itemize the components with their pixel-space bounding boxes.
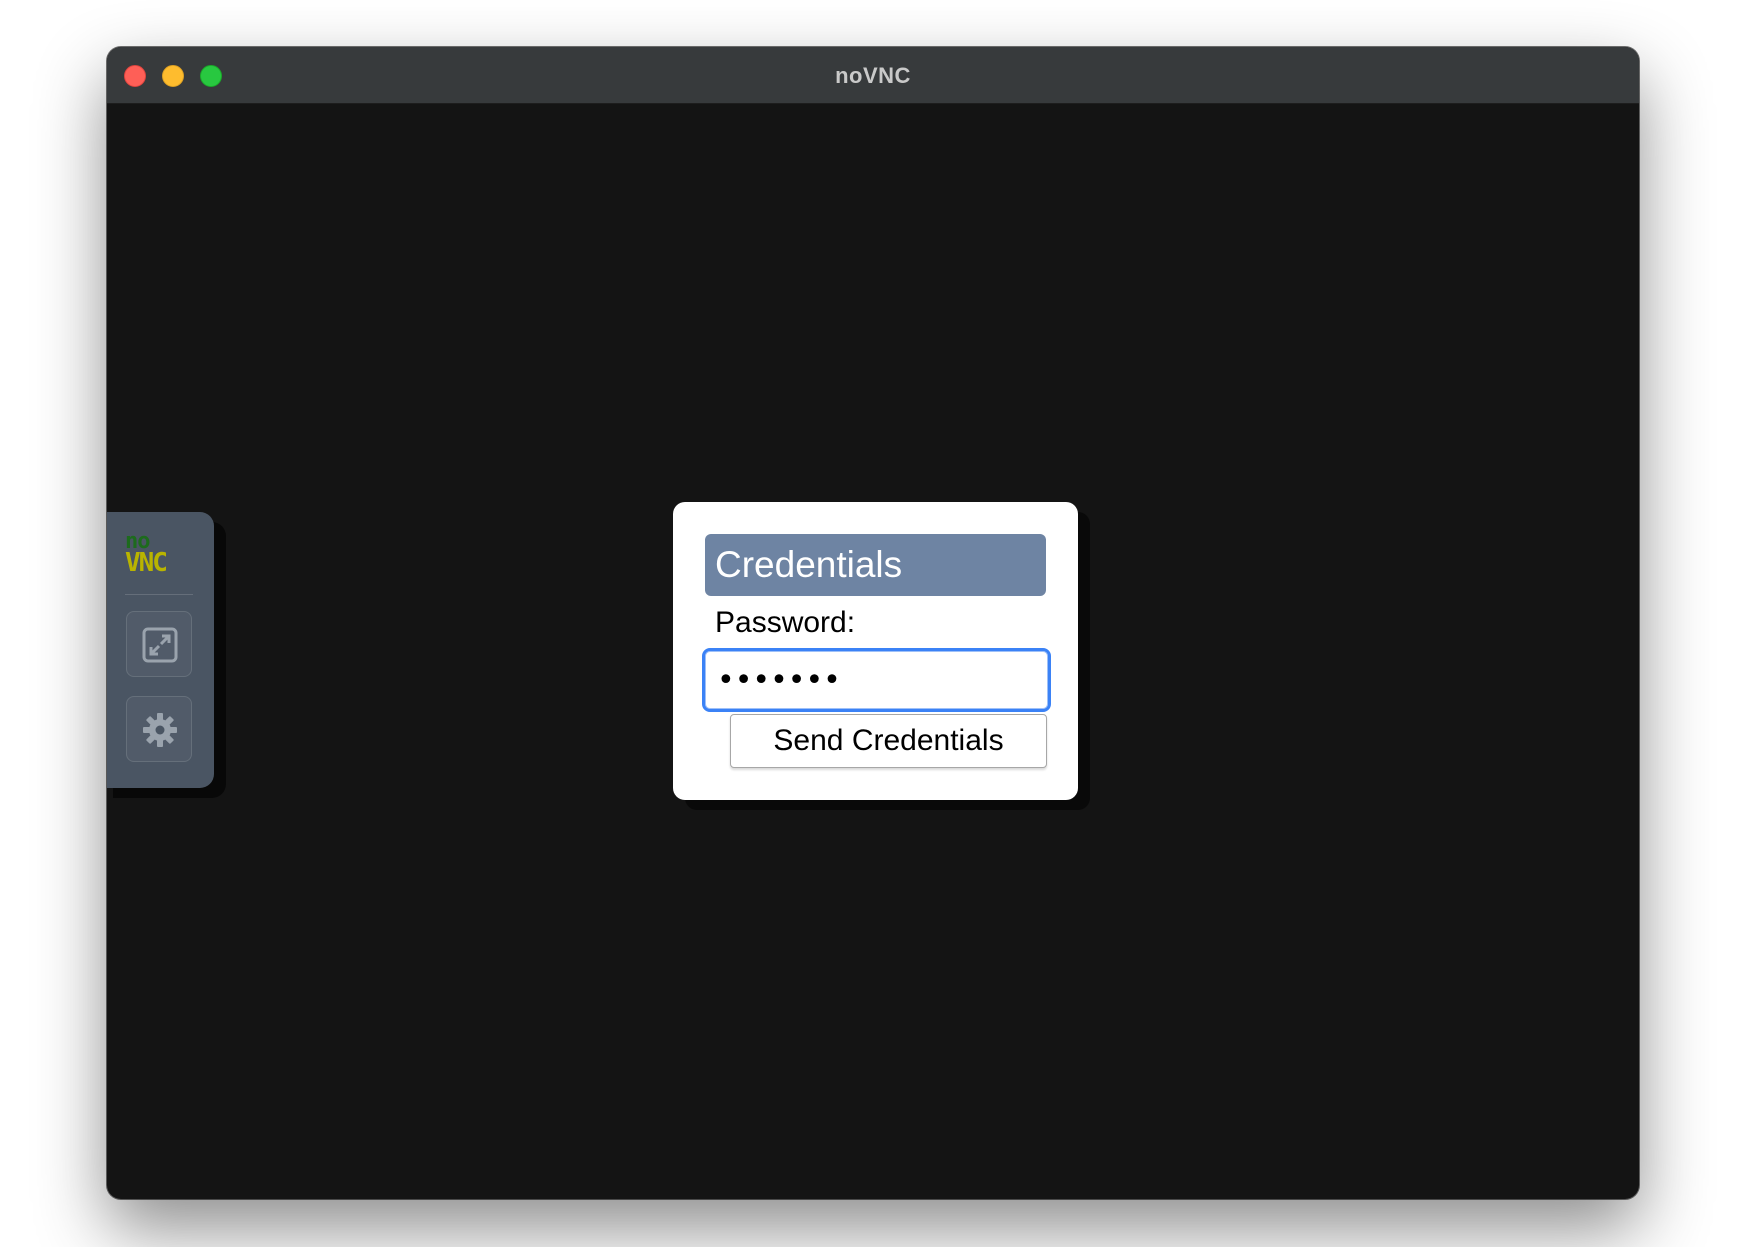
send-credentials-button[interactable]: Send Credentials	[730, 714, 1047, 768]
title-bar: noVNC	[107, 47, 1639, 104]
settings-button[interactable]	[126, 696, 192, 762]
password-label: Password:	[715, 606, 856, 639]
gear-icon	[143, 713, 177, 747]
credentials-dialog: Credentials Password: Send Credentials	[673, 502, 1078, 800]
dialog-title: Credentials	[705, 534, 1046, 596]
control-bar-divider	[125, 594, 193, 595]
novnc-window: noVNC no VNC Credentials Password: •••••…	[107, 47, 1639, 1199]
window-title: noVNC	[835, 63, 911, 88]
novnc-logo: no VNC	[125, 531, 195, 578]
fullscreen-button[interactable]	[126, 611, 192, 677]
fullscreen-icon	[142, 627, 178, 663]
password-input[interactable]	[702, 648, 1051, 712]
control-bar: no VNC	[107, 512, 214, 788]
logo-vnc-text: VNC	[125, 548, 168, 578]
